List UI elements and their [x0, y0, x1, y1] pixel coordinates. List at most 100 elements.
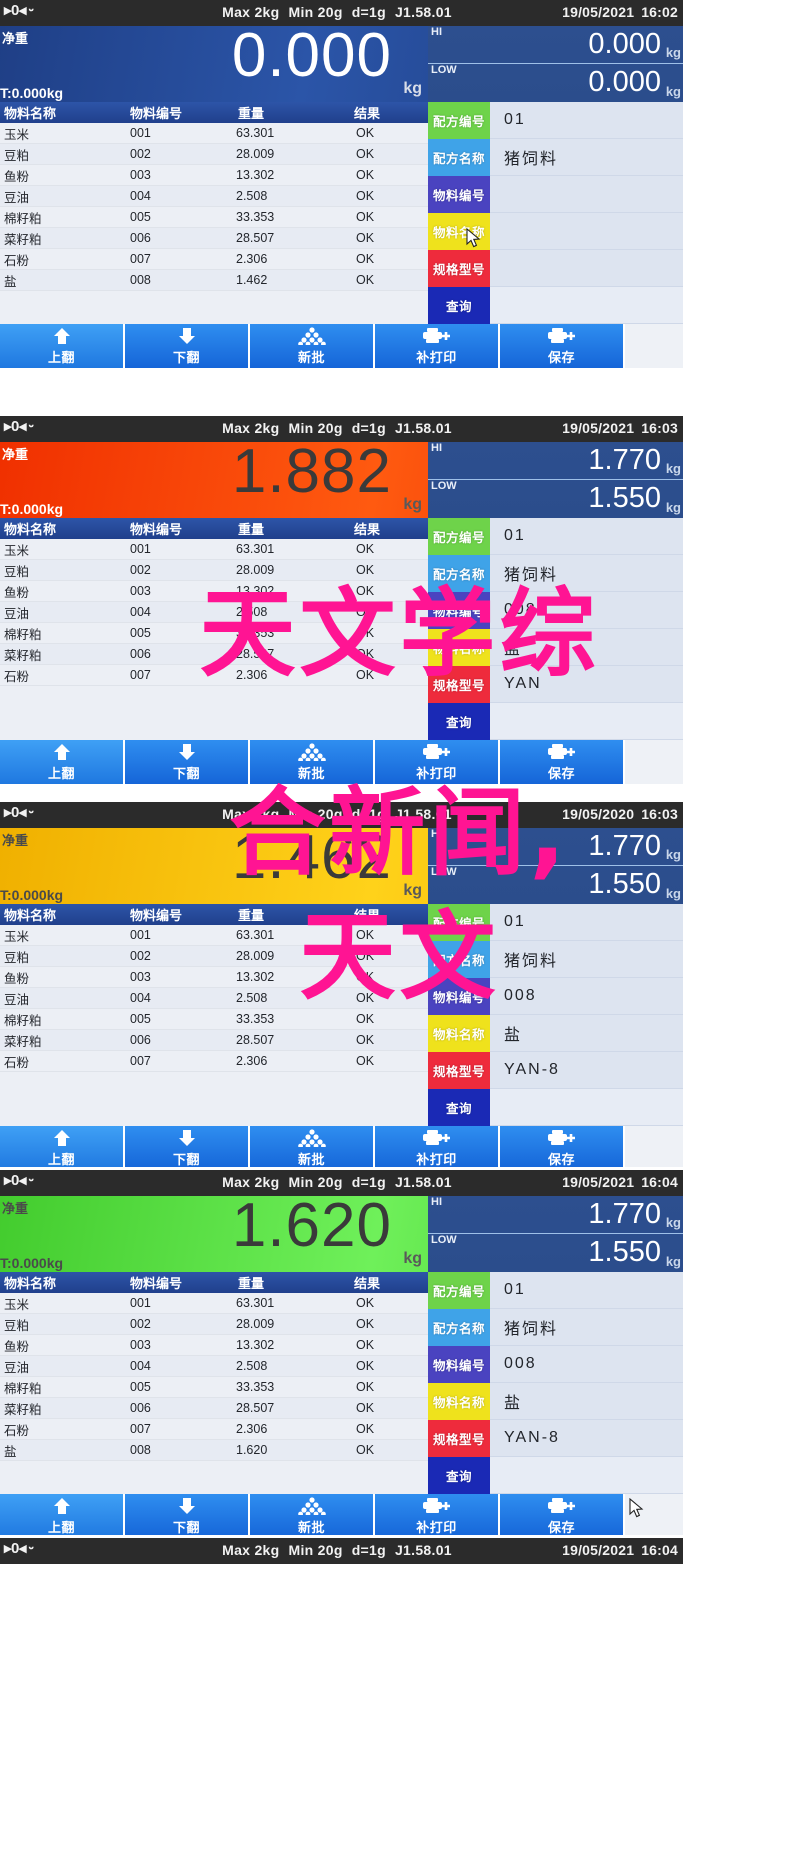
table-header-cell: 物料名称 [4, 522, 57, 537]
form-key-material-no[interactable]: 物料编号 [428, 1346, 490, 1383]
toolbar-button-arrow-up[interactable]: 上翻 [0, 1126, 125, 1167]
arrow-up-icon [0, 743, 123, 765]
cell-material-code: 008 [130, 273, 151, 287]
form-row-formula-no: 配方编号 01 [428, 1272, 683, 1309]
datetime-readout: 19/05/2021 16:04 [555, 1174, 678, 1190]
toolbar-button-printer-save[interactable]: 保存 [500, 1494, 625, 1535]
form-value-material-name[interactable]: 盐 [490, 1383, 683, 1420]
form-key-spec-model[interactable]: 规格型号 [428, 1420, 490, 1457]
cell-material-name: 石粉 [4, 1423, 30, 1438]
cell-result: OK [356, 231, 375, 245]
table-row: 鱼粉 003 13.302 OK [0, 165, 428, 186]
form-row-query: 查询 [428, 287, 683, 324]
form-value-material-no[interactable] [490, 176, 683, 213]
cell-weight: 28.507 [236, 1033, 275, 1047]
stack-batch-icon [250, 327, 373, 349]
material-table: 物料名称 物料编号 重量 结果 玉米 001 63.301 OK 豆粕 002 28.009 OK 鱼粉… [0, 102, 428, 324]
toolbar-button-printer-save[interactable]: 保存 [500, 1126, 625, 1167]
toolbar-button-arrow-down[interactable]: 下翻 [125, 1126, 250, 1167]
arrow-up-icon [0, 1497, 123, 1519]
form-key-formula-name[interactable]: 配方名称 [428, 1309, 490, 1346]
form-key-spec-model[interactable]: 规格型号 [428, 1052, 490, 1089]
toolbar-button-stack-batch[interactable]: 新批 [250, 1126, 375, 1167]
form-value-formula-no[interactable]: 01 [490, 518, 683, 555]
cell-material-code: 005 [130, 210, 151, 224]
cell-material-code: 005 [130, 1380, 151, 1394]
arrow-down-icon [125, 1497, 248, 1519]
cell-material-name: 鱼粉 [4, 1339, 30, 1354]
form-value-material-name[interactable]: 盐 [490, 1015, 683, 1052]
form-value-spec-model[interactable]: YAN-8 [490, 1420, 683, 1457]
cell-result: OK [356, 210, 375, 224]
form-key-spec-model[interactable]: 规格型号 [428, 250, 490, 287]
query-button[interactable]: 查询 [428, 703, 490, 740]
toolbar-button-arrow-up[interactable]: 上翻 [0, 324, 125, 368]
limit-panel: HI 1.770 kg LOW 1.550 kg [428, 1196, 683, 1272]
limit-unit-low: kg [665, 1254, 681, 1269]
toolbar-button-arrow-up[interactable]: 上翻 [0, 740, 125, 784]
form-value-formula-name[interactable]: 猪饲料 [490, 139, 683, 176]
limit-value-hi: 0.000 [588, 28, 661, 60]
toolbar-button-printer-plus[interactable]: 补打印 [375, 324, 500, 368]
form-key-formula-name[interactable]: 配方名称 [428, 139, 490, 176]
limit-panel: HI 0.000 kg LOW 0.000 kg [428, 26, 683, 102]
form-row-formula-name: 配方名称 猪饲料 [428, 139, 683, 176]
net-weight-value: 0.000 [231, 21, 392, 90]
mouse-cursor [629, 1497, 645, 1518]
query-value-area [490, 287, 683, 324]
cell-weight: 2.306 [236, 1422, 268, 1436]
query-value-area [490, 1089, 683, 1126]
toolbar-button-printer-plus[interactable]: 补打印 [375, 1494, 500, 1535]
table-header-cell: 物料名称 [4, 1276, 57, 1291]
bottom-toolbar: 上翻 下翻 新批 补打印 保存 [0, 324, 683, 368]
toolbar-button-arrow-down[interactable]: 下翻 [125, 324, 250, 368]
query-button[interactable]: 查询 [428, 287, 490, 324]
form-key-material-no[interactable]: 物料编号 [428, 176, 490, 213]
limit-label-hi: HI [431, 26, 442, 38]
query-button[interactable]: 查询 [428, 1089, 490, 1126]
toolbar-button-label: 下翻 [172, 350, 200, 365]
net-weight-label: 净重 [2, 1201, 29, 1216]
form-key-material-name[interactable]: 物料名称 [428, 1015, 490, 1052]
cell-material-code: 007 [130, 1422, 151, 1436]
table-row: 玉米 001 63.301 OK [0, 1293, 428, 1314]
net-weight-label: 净重 [2, 447, 29, 462]
limit-panel: HI 1.770 kg LOW 1.550 kg [428, 442, 683, 518]
limit-row-hi: HI 1.770 kg [428, 442, 683, 480]
toolbar-button-printer-plus[interactable]: 补打印 [375, 1126, 500, 1167]
form-row-spec-model: 规格型号 YAN-8 [428, 1052, 683, 1089]
form-value-material-no[interactable]: 008 [490, 1346, 683, 1383]
form-value-material-name[interactable] [490, 213, 683, 250]
form-key-formula-no[interactable]: 配方编号 [428, 1272, 490, 1309]
form-key-material-name[interactable]: 物料名称 [428, 1383, 490, 1420]
device-spec-item: Max 2kg [222, 420, 280, 436]
toolbar-button-stack-batch[interactable]: 新批 [250, 1494, 375, 1535]
material-table: 物料名称 物料编号 重量 结果 玉米 001 63.301 OK 豆粕 002 28.009 OK 鱼粉… [0, 1272, 428, 1494]
form-key-formula-no[interactable]: 配方编号 [428, 518, 490, 555]
cell-material-code: 006 [130, 231, 151, 245]
form-key-material-name[interactable]: 物料名称 [428, 213, 490, 250]
cell-result: OK [356, 1317, 375, 1331]
form-value-formula-no[interactable]: 01 [490, 102, 683, 139]
form-value-spec-model[interactable] [490, 250, 683, 287]
toolbar-button-arrow-up[interactable]: 上翻 [0, 1494, 125, 1535]
query-value-area [490, 1457, 683, 1494]
cell-weight: 1.620 [236, 1443, 268, 1457]
form-value-formula-name[interactable]: 猪饲料 [490, 1309, 683, 1346]
limit-unit-low: kg [665, 500, 681, 515]
toolbar-button-arrow-down[interactable]: 下翻 [125, 1494, 250, 1535]
limit-row-hi: HI 0.000 kg [428, 26, 683, 64]
form-key-formula-no[interactable]: 配方编号 [428, 102, 490, 139]
device-spec-item: Max 2kg [222, 1542, 280, 1558]
table-header-cell: 物料编号 [130, 522, 183, 537]
toolbar-button-printer-save[interactable]: 保存 [500, 324, 625, 368]
form-value-spec-model[interactable]: YAN-8 [490, 1052, 683, 1089]
cell-material-name: 石粉 [4, 1055, 30, 1070]
query-button[interactable]: 查询 [428, 1457, 490, 1494]
cell-result: OK [356, 1296, 375, 1310]
query-value-area [490, 703, 683, 740]
toolbar-button-stack-batch[interactable]: 新批 [250, 324, 375, 368]
device-spec-item: Min 20g [288, 420, 343, 436]
form-value-formula-no[interactable]: 01 [490, 1272, 683, 1309]
time-text: 16:03 [641, 420, 678, 436]
